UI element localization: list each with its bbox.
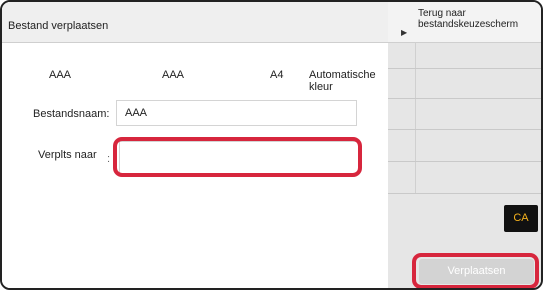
move-to-label: Verplts naar <box>38 149 97 161</box>
color-mode: Automatische kleur <box>309 69 376 93</box>
side-divider <box>388 161 541 162</box>
back-label-line1: Terug naar <box>418 8 466 19</box>
info-value-2: AAA <box>162 69 185 81</box>
back-label-line2: bestandskeuzescherm <box>418 19 519 30</box>
filename-field[interactable]: AAA <box>116 100 357 126</box>
back-to-file-selection-button[interactable]: ▶ Terug naar bestandskeuzescherm <box>388 2 541 43</box>
side-divider <box>388 98 541 99</box>
side-panel: ▶ Terug naar bestandskeuzescherm <box>388 2 541 288</box>
title-bar: Bestand verplaatsen <box>2 2 388 43</box>
side-column-separator <box>415 42 416 194</box>
back-button-label: Terug naar bestandskeuzescherm <box>418 8 518 30</box>
move-button[interactable]: Verplaatsen <box>419 259 534 284</box>
page-title: Bestand verplaatsen <box>8 20 109 32</box>
side-divider <box>388 193 541 194</box>
screen-frame: Bestand verplaatsen AAA AAA A4 Automatis… <box>0 0 543 290</box>
info-value-1: AAA <box>49 69 72 81</box>
side-divider <box>388 129 541 130</box>
side-divider <box>388 68 541 69</box>
filename-label: Bestandsnaam: <box>33 108 110 120</box>
move-to-colon: : <box>107 153 111 165</box>
ca-button[interactable]: CA <box>504 205 538 232</box>
move-to-highlight <box>113 137 362 177</box>
paper-size: A4 <box>270 69 284 81</box>
back-arrow-icon: ▶ <box>401 28 408 37</box>
main-panel: Bestand verplaatsen AAA AAA A4 Automatis… <box>2 2 388 288</box>
